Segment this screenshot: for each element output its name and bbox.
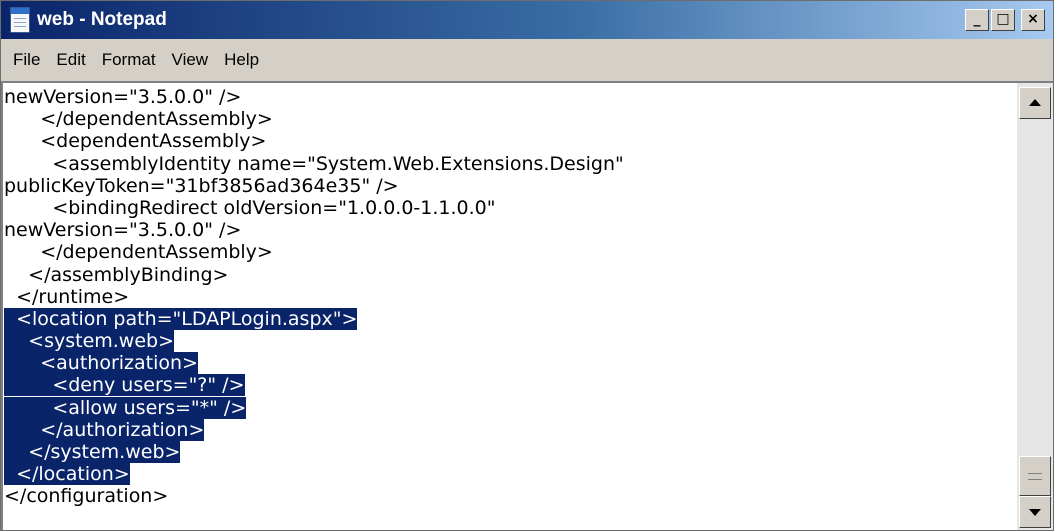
text-line[interactable]: <deny users="?" /> [4, 374, 624, 397]
line-text: newVersion="3.5.0.0" /> [4, 86, 242, 108]
text-line[interactable]: <system.web> [4, 330, 624, 353]
text-line[interactable]: </system.web> [4, 441, 624, 463]
text-line[interactable]: <allow users="*" /> [4, 396, 624, 419]
line-text: <bindingRedirect oldVersion="1.0.0.0-1.1… [4, 196, 496, 219]
notepad-window: web - Notepad _ □ × File Edit Format Vie… [0, 0, 1054, 531]
selected-text[interactable]: <system.web> [4, 330, 175, 353]
menu-format[interactable]: Format [94, 46, 164, 74]
title-bar[interactable]: web - Notepad _ □ × [1, 1, 1053, 39]
text-content[interactable]: newVersion="3.5.0.0" /> </dependentAssem… [4, 86, 624, 508]
text-line[interactable]: <location path="LDAPLogin.aspx"> [4, 307, 624, 330]
minimize-button[interactable]: _ [965, 9, 989, 31]
close-button[interactable]: × [1021, 9, 1045, 31]
notepad-icon[interactable] [10, 7, 30, 33]
line-text: <assemblyIdentity name="System.Web.Exten… [4, 152, 624, 175]
line-text: </dependentAssembly> [4, 108, 273, 131]
menu-bar: File Edit Format View Help [1, 39, 1053, 81]
menu-file[interactable]: File [5, 46, 48, 74]
selected-text[interactable]: </system.web> [4, 441, 181, 463]
menu-edit[interactable]: Edit [48, 46, 93, 74]
text-area[interactable]: newVersion="3.5.0.0" /> </dependentAssem… [3, 83, 1017, 530]
selected-text[interactable]: <location path="LDAPLogin.aspx"> [4, 307, 358, 330]
line-text: newVersion="3.5.0.0" /> [4, 219, 242, 242]
selected-text[interactable]: <deny users="?" /> [4, 374, 245, 397]
line-text: </assemblyBinding> [4, 263, 229, 286]
menu-view[interactable]: View [164, 46, 217, 74]
text-line[interactable]: newVersion="3.5.0.0" /> [4, 219, 624, 241]
vertical-scrollbar[interactable] [1017, 83, 1053, 530]
text-line[interactable]: </configuration> [4, 485, 624, 507]
line-text: </dependentAssembly> [4, 241, 273, 264]
text-line[interactable]: </authorization> [4, 418, 624, 441]
line-text: <dependentAssembly> [4, 130, 267, 153]
text-line[interactable]: </runtime> [4, 286, 624, 308]
selected-text[interactable]: </authorization> [4, 418, 205, 441]
text-line[interactable]: <assemblyIdentity name="System.Web.Exten… [4, 152, 624, 175]
text-line[interactable]: <dependentAssembly> [4, 130, 624, 152]
text-line[interactable]: </dependentAssembly> [4, 241, 624, 263]
menu-help[interactable]: Help [216, 46, 267, 74]
line-text: publicKeyToken="31bf3856ad364e35" /> [4, 174, 399, 197]
line-text: </runtime> [4, 285, 130, 308]
text-line[interactable]: <bindingRedirect oldVersion="1.0.0.0-1.1… [4, 197, 624, 219]
selected-text[interactable]: </location> [4, 463, 130, 486]
scroll-down-arrow-icon[interactable] [1019, 496, 1051, 528]
selected-text[interactable]: <allow users="*" /> [4, 396, 247, 419]
scroll-up-arrow-icon[interactable] [1019, 87, 1051, 119]
maximize-button[interactable]: □ [991, 9, 1015, 31]
text-line[interactable]: publicKeyToken="31bf3856ad364e35" /> [4, 175, 624, 197]
text-line[interactable]: <authorization> [4, 352, 624, 375]
text-line[interactable]: </assemblyBinding> [4, 264, 624, 286]
window-controls: _ □ × [965, 9, 1045, 32]
line-text: </configuration> [4, 485, 169, 508]
text-line[interactable]: </location> [4, 463, 624, 486]
selected-text[interactable]: <authorization> [4, 352, 198, 375]
scroll-thumb[interactable] [1019, 456, 1051, 496]
window-title: web - Notepad [37, 9, 167, 30]
editor-pane[interactable]: newVersion="3.5.0.0" /> </dependentAssem… [1, 81, 1053, 530]
text-line[interactable]: </dependentAssembly> [4, 108, 624, 130]
text-line[interactable]: newVersion="3.5.0.0" /> [4, 86, 624, 108]
